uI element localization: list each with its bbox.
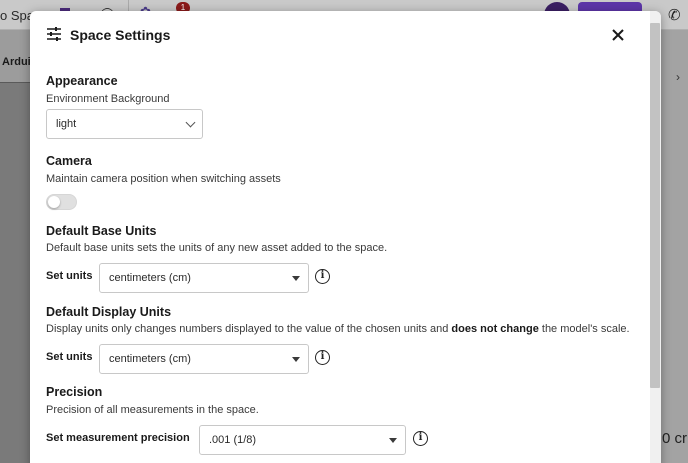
measurement-precision-select[interactable]: .001 (1/8) [199, 425, 406, 455]
environment-background-select[interactable]: light [46, 109, 203, 139]
space-title-fragment: o Spa [0, 8, 34, 23]
appearance-title: Appearance [46, 74, 118, 88]
info-icon[interactable]: i [413, 431, 428, 446]
appearance-description: Environment Background [46, 93, 170, 105]
space-settings-modal: Space Settings Appearance Environment Ba… [30, 11, 661, 463]
display-units-value: centimeters (cm) [109, 353, 191, 365]
base-units-title: Default Base Units [46, 224, 157, 238]
caret-down-icon [292, 276, 300, 281]
sliders-icon [47, 27, 61, 41]
phone-icon[interactable]: ✆ [668, 6, 681, 24]
precision-label: Set measurement precision [46, 432, 190, 444]
modal-title: Space Settings [70, 27, 171, 43]
chevron-down-icon [185, 117, 196, 128]
caret-down-icon [292, 357, 300, 362]
tab-fragment[interactable]: Ardui [2, 56, 31, 68]
display-units-description: Display units only changes numbers displ… [46, 323, 630, 335]
display-units-description-emphasis: does not change [451, 323, 539, 335]
measurement-readout-fragment: 0 cr [662, 430, 688, 447]
tab-underline [0, 82, 30, 83]
precision-title: Precision [46, 385, 103, 399]
display-units-title: Default Display Units [46, 305, 172, 319]
base-units-select[interactable]: centimeters (cm) [99, 263, 309, 293]
camera-position-toggle[interactable] [46, 194, 77, 210]
precision-description: Precision of all measurements in the spa… [46, 404, 259, 416]
base-units-label: Set units [46, 270, 93, 282]
display-units-description-tail: the model's scale. [538, 323, 630, 335]
modal-header: Space Settings [30, 11, 650, 57]
camera-description: Maintain camera position when switching … [46, 173, 281, 185]
close-icon[interactable] [608, 25, 628, 45]
measurement-precision-value: .001 (1/8) [209, 434, 257, 446]
scrollbar-thumb[interactable] [650, 23, 660, 388]
toggle-knob [48, 196, 60, 208]
chevron-right-icon[interactable]: › [676, 70, 680, 84]
environment-background-value: light [56, 118, 77, 130]
camera-title: Camera [46, 154, 92, 168]
base-units-value: centimeters (cm) [109, 272, 191, 284]
display-units-description-text: Display units only changes numbers displ… [46, 323, 452, 335]
info-icon[interactable]: i [315, 269, 330, 284]
display-units-select[interactable]: centimeters (cm) [99, 344, 309, 374]
info-icon[interactable]: i [315, 350, 330, 365]
right-panel [661, 30, 688, 463]
caret-down-icon [389, 438, 397, 443]
base-units-description: Default base units sets the units of any… [46, 242, 388, 254]
display-units-label: Set units [46, 351, 93, 363]
